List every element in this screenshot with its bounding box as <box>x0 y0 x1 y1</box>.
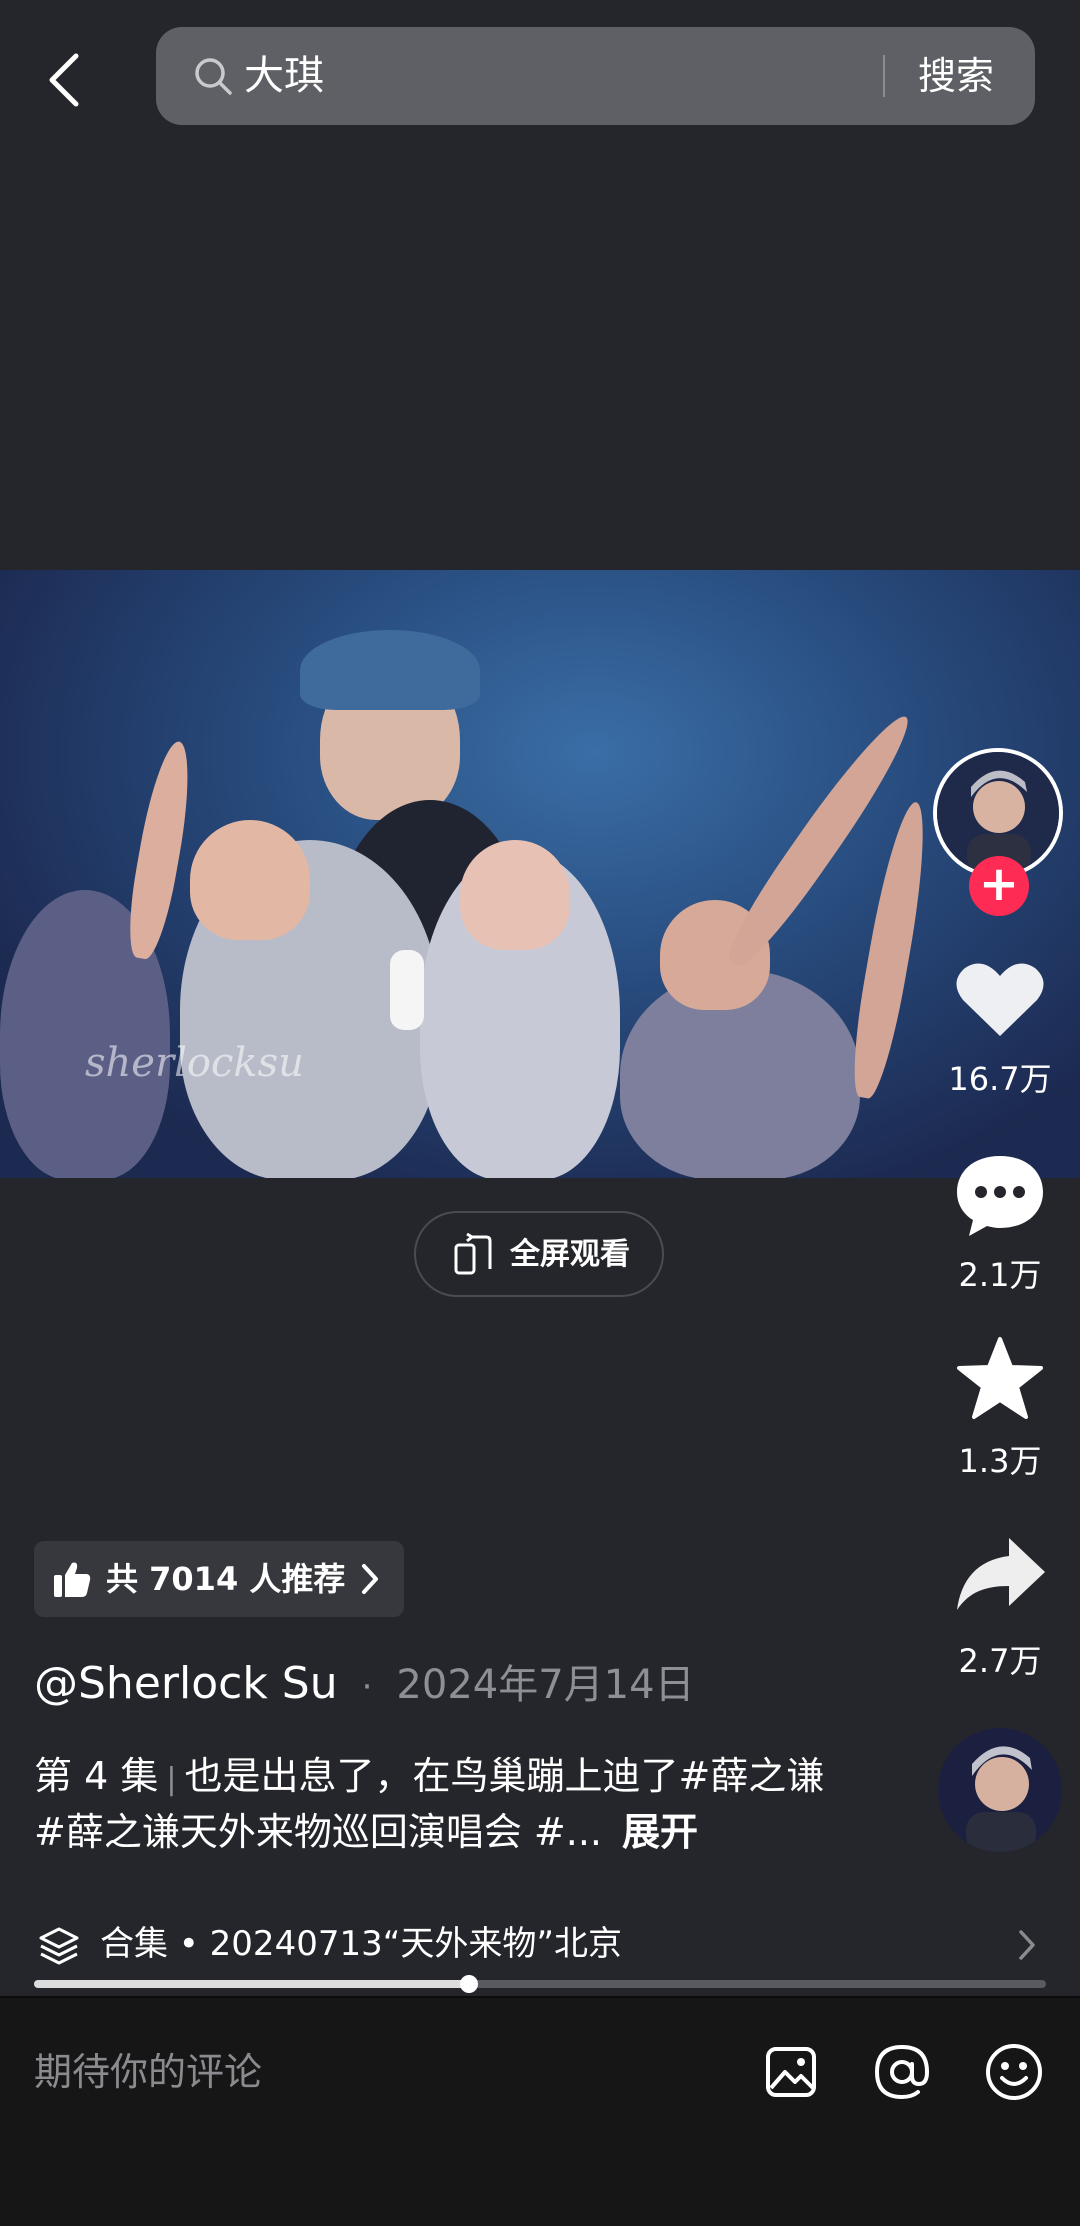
date-separator: · <box>361 1667 373 1707</box>
video-figure <box>190 820 310 940</box>
expand-button[interactable]: 展开 <box>622 1810 698 1854</box>
search-bar[interactable]: 大琪 搜索 <box>156 27 1035 125</box>
favorite-count: 1.3万 <box>958 1442 1042 1480</box>
fullscreen-button[interactable]: 全屏观看 <box>414 1211 664 1297</box>
follow-button[interactable]: + <box>969 856 1029 916</box>
recommend-label: 共 7014 人推荐 <box>106 1560 346 1598</box>
video-caption[interactable]: 第 4 集 | 也是出息了，在鸟巢蹦上迪了#薛之谦 #薛之谦天外来物巡回演唱会 #.… <box>34 1750 834 1858</box>
video-figure <box>460 840 570 950</box>
comment-bar: 期待你的评论 <box>0 1996 1080 2226</box>
at-mention-icon[interactable] <box>872 2042 932 2102</box>
share-icon[interactable] <box>955 1534 1047 1614</box>
search-input[interactable]: 大琪 <box>244 49 324 103</box>
progress-handle[interactable] <box>460 1975 479 1993</box>
author-line: @Sherlock Su · 2024年7月14日 <box>34 1654 695 1717</box>
collection-label: 合集 • 20240713“天外来物”北京 <box>100 1924 622 1964</box>
back-button[interactable] <box>40 50 90 110</box>
microphone <box>390 950 424 1030</box>
layers-icon <box>39 1927 79 1965</box>
chevron-left-icon <box>49 53 79 107</box>
search-divider <box>883 55 885 97</box>
progress-fill <box>34 1980 470 1988</box>
image-icon[interactable] <box>765 2046 817 2098</box>
progress-bar[interactable] <box>34 1975 1046 1993</box>
chevron-right-icon <box>1019 1930 1035 1960</box>
video-figure <box>300 630 480 710</box>
search-icon <box>195 58 232 95</box>
video-player[interactable]: sherlocksu <box>0 570 1080 1178</box>
chevron-right-icon <box>362 1564 378 1594</box>
heart-icon[interactable] <box>955 958 1045 1040</box>
episode-separator: | <box>166 1762 177 1797</box>
share-count: 2.7万 <box>958 1642 1042 1680</box>
collection-row[interactable]: 合集 • 20240713“天外来物”北京 <box>34 1915 1046 1975</box>
like-count: 16.7万 <box>948 1060 1052 1098</box>
post-date: 2024年7月14日 <box>396 1662 695 1708</box>
rotate-screen-icon <box>454 1233 492 1275</box>
avatar-image <box>938 1728 1062 1852</box>
author-name[interactable]: @Sherlock Su <box>34 1658 338 1709</box>
star-icon[interactable] <box>955 1335 1045 1421</box>
comment-count: 2.1万 <box>958 1256 1042 1294</box>
emoji-icon[interactable] <box>984 2042 1044 2102</box>
video-watermark: sherlocksu <box>85 1040 304 1086</box>
search-button[interactable]: 搜索 <box>918 49 994 103</box>
comment-icon[interactable] <box>953 1152 1047 1238</box>
fullscreen-label: 全屏观看 <box>510 1237 630 1272</box>
video-figure <box>121 738 199 962</box>
episode-label: 第 4 集 <box>34 1754 159 1798</box>
plus-icon: + <box>978 856 1020 912</box>
comment-input[interactable]: 期待你的评论 <box>34 2046 262 2098</box>
music-disc-avatar[interactable] <box>938 1728 1062 1852</box>
thumbs-up-icon <box>54 1562 91 1597</box>
recommend-pill[interactable]: 共 7014 人推荐 <box>34 1541 404 1617</box>
